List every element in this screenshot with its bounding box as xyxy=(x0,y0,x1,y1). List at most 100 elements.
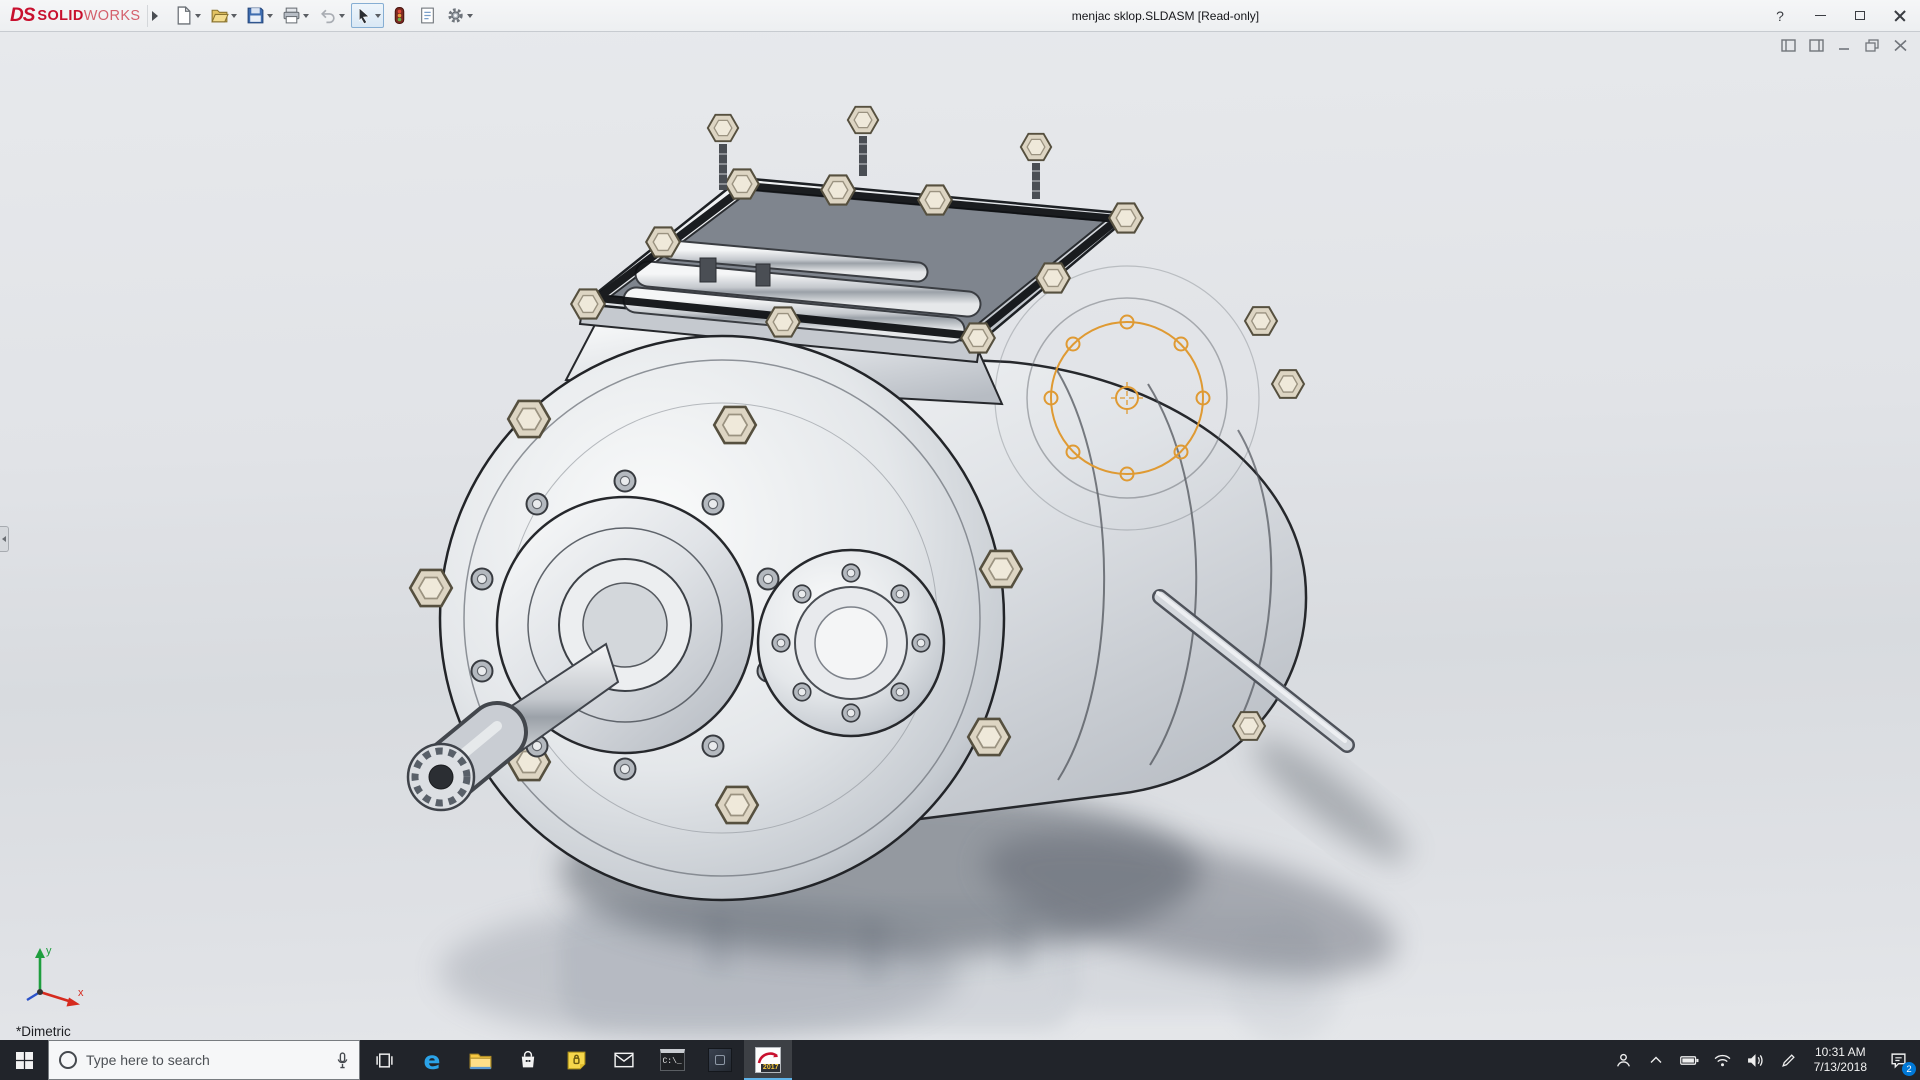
file-properties-icon xyxy=(418,6,437,25)
dark-app-glyph xyxy=(715,1055,725,1065)
window-controls: ? xyxy=(1760,0,1920,31)
microphone-icon[interactable] xyxy=(336,1052,349,1069)
dropdown-caret-icon[interactable] xyxy=(375,14,381,18)
dropdown-caret-icon[interactable] xyxy=(303,14,309,18)
people-icon xyxy=(1615,1052,1632,1069)
new-document-icon xyxy=(174,6,193,25)
edge-button[interactable]: e xyxy=(408,1040,456,1080)
gear-icon xyxy=(446,6,465,25)
system-tray: 10:31 AM 7/13/2018 2 xyxy=(1607,1040,1920,1080)
solidworks-taskbar-button[interactable]: 2017 xyxy=(744,1040,792,1080)
select-tool-button[interactable] xyxy=(351,3,384,28)
dropdown-caret-icon[interactable] xyxy=(467,14,473,18)
sticky-notes-button[interactable] xyxy=(552,1040,600,1080)
people-button[interactable] xyxy=(1607,1040,1640,1080)
pane-left-icon[interactable] xyxy=(1781,39,1796,52)
dark-app-button[interactable] xyxy=(696,1040,744,1080)
doc-restore-icon[interactable] xyxy=(1865,39,1880,52)
file-properties-button[interactable] xyxy=(415,3,440,28)
wifi-icon xyxy=(1714,1054,1731,1067)
maximize-button[interactable] xyxy=(1840,0,1880,31)
orientation-triad[interactable]: x y xyxy=(18,940,90,1012)
titlebar: DS SOLIDWORKS xyxy=(0,0,1920,32)
network-button[interactable] xyxy=(1706,1040,1739,1080)
print-icon xyxy=(282,6,301,25)
console-label: C:\_ xyxy=(663,1057,682,1066)
close-button[interactable] xyxy=(1880,0,1920,31)
ds-logo-icon: DS xyxy=(10,5,34,27)
windows-logo-icon xyxy=(16,1052,33,1069)
solidworks-logo: DS SOLIDWORKS xyxy=(0,5,147,27)
flyout-arrow-icon xyxy=(152,11,158,21)
file-explorer-icon xyxy=(469,1051,492,1070)
secondary-flange xyxy=(758,550,944,736)
speaker-icon xyxy=(1747,1053,1764,1068)
graphics-area[interactable]: x y *Dimetric xyxy=(0,32,1920,1040)
quick-access-toolbar xyxy=(171,3,476,28)
new-document-button[interactable] xyxy=(171,3,204,28)
brand-solid: SOLID xyxy=(37,8,83,24)
rebuild-traffic-light-icon xyxy=(390,6,409,25)
mail-button[interactable] xyxy=(600,1040,648,1080)
save-button[interactable] xyxy=(243,3,276,28)
clock-date: 7/13/2018 xyxy=(1814,1060,1867,1075)
clock-time: 10:31 AM xyxy=(1814,1045,1867,1060)
taskbar-clock[interactable]: 10:31 AM 7/13/2018 xyxy=(1805,1040,1876,1080)
brand-name: SOLIDWORKS xyxy=(37,8,140,24)
undo-button[interactable] xyxy=(315,3,348,28)
document-title: menjac sklop.SLDASM [Read-only] xyxy=(1072,9,1259,23)
task-view-icon xyxy=(375,1053,394,1068)
action-center-button[interactable]: 2 xyxy=(1876,1040,1920,1080)
hidden-icons-button[interactable] xyxy=(1640,1040,1673,1080)
panel-collapse-tab[interactable] xyxy=(0,526,9,552)
command-prompt-button[interactable]: C:\_ xyxy=(648,1040,696,1080)
open-folder-icon xyxy=(210,6,229,25)
select-cursor-icon xyxy=(354,6,373,25)
task-view-button[interactable] xyxy=(360,1040,408,1080)
help-button[interactable]: ? xyxy=(1760,0,1800,31)
doc-close-icon[interactable] xyxy=(1893,39,1908,52)
minimize-button[interactable] xyxy=(1800,0,1840,31)
taskbar-search[interactable] xyxy=(48,1040,360,1080)
undo-icon xyxy=(318,6,337,25)
solidworks-app-icon: 2017 xyxy=(755,1047,781,1073)
store-button[interactable] xyxy=(504,1040,552,1080)
windows-taskbar: e xyxy=(0,1040,1920,1080)
start-button[interactable] xyxy=(0,1040,48,1080)
file-explorer-button[interactable] xyxy=(456,1040,504,1080)
chevron-up-icon xyxy=(1650,1056,1662,1064)
battery-button[interactable] xyxy=(1673,1040,1706,1080)
options-button[interactable] xyxy=(443,3,476,28)
sticky-notes-icon xyxy=(567,1051,586,1070)
toolbar-flyout-button[interactable] xyxy=(147,5,163,27)
mail-icon xyxy=(614,1052,634,1068)
chevron-left-icon xyxy=(2,536,6,542)
dropdown-caret-icon[interactable] xyxy=(339,14,345,18)
volume-button[interactable] xyxy=(1739,1040,1772,1080)
doc-minimize-icon[interactable] xyxy=(1837,39,1852,52)
search-input[interactable] xyxy=(86,1052,327,1068)
maximize-icon xyxy=(1855,11,1865,20)
store-bag-icon xyxy=(519,1051,537,1069)
pane-right-icon[interactable] xyxy=(1809,39,1824,52)
dropdown-caret-icon[interactable] xyxy=(267,14,273,18)
minimize-icon xyxy=(1815,15,1826,17)
brand-works: WORKS xyxy=(84,8,141,24)
gearbox-assembly-model[interactable] xyxy=(0,32,1920,1040)
dropdown-caret-icon[interactable] xyxy=(231,14,237,18)
solidworks-year-label: 2017 xyxy=(761,1064,780,1072)
rebuild-button[interactable] xyxy=(387,3,412,28)
document-window-controls xyxy=(1781,39,1908,52)
command-prompt-icon: C:\_ xyxy=(660,1049,685,1071)
open-button[interactable] xyxy=(207,3,240,28)
dark-app-icon xyxy=(708,1048,732,1072)
notification-badge: 2 xyxy=(1902,1062,1916,1076)
triad-x-label: x xyxy=(78,987,84,999)
battery-icon xyxy=(1680,1055,1699,1066)
save-icon xyxy=(246,6,265,25)
print-button[interactable] xyxy=(279,3,312,28)
triad-y-label: y xyxy=(46,945,52,957)
pen-button[interactable] xyxy=(1772,1040,1805,1080)
edge-icon: e xyxy=(424,1048,441,1073)
dropdown-caret-icon[interactable] xyxy=(195,14,201,18)
